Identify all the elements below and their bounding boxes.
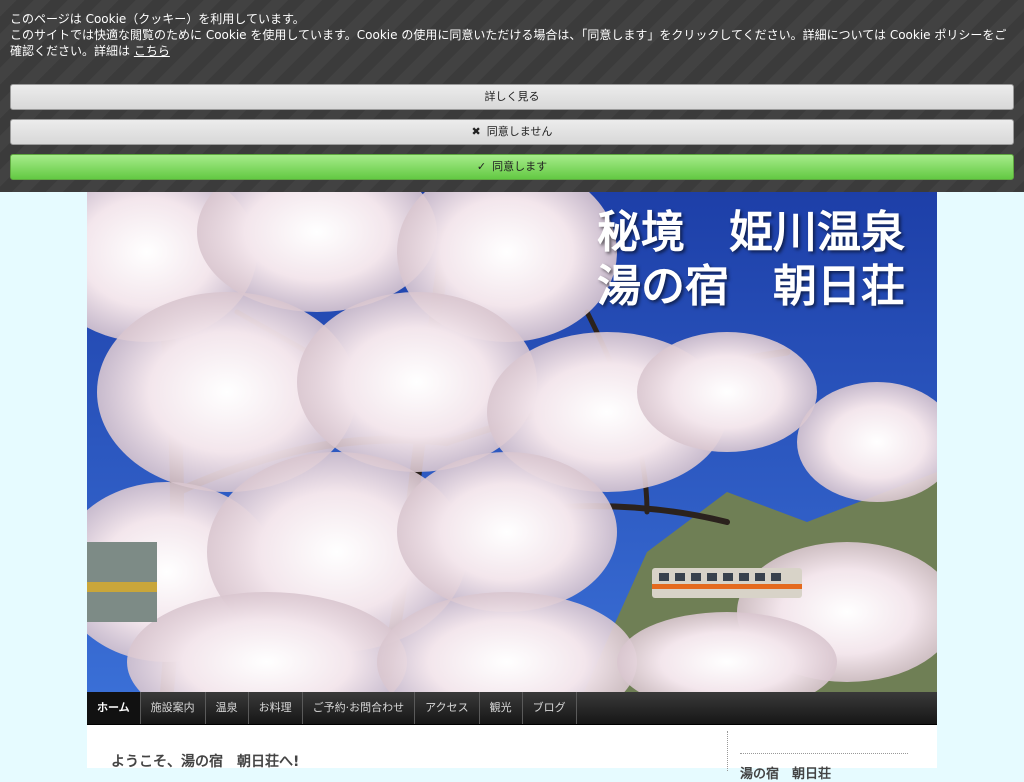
welcome-heading: ようこそ、湯の宿 朝日荘へ! <box>111 754 300 770</box>
main-content: ようこそ、湯の宿 朝日荘へ! 湯の宿 朝日荘 <box>87 725 937 782</box>
nav-sightseeing[interactable]: 観光 <box>480 692 523 724</box>
cookie-policy-link[interactable]: こちら <box>134 44 170 58</box>
check-icon: ✓ <box>476 160 487 173</box>
cookie-message: このページは Cookie（クッキー）を利用しています。 このサイトでは快適な閲… <box>10 11 1014 59</box>
hero-banner: 秘境 姫川温泉 湯の宿 朝日荘 <box>87 192 937 692</box>
accept-button[interactable]: ✓ 同意します <box>10 154 1014 180</box>
page-wrapper: 秘境 姫川温泉 湯の宿 朝日荘 ホーム 施設案内 温泉 お料理 ご予約·お問合わ… <box>87 192 937 782</box>
nav-blog[interactable]: ブログ <box>523 692 577 724</box>
sidebar-heading: 湯の宿 朝日荘 <box>740 767 832 782</box>
cookie-description: このサイトでは快適な閲覧のために Cookie を使用しています。Cookie … <box>10 27 1014 59</box>
accept-label: 同意します <box>492 160 548 173</box>
nav-facilities[interactable]: 施設案内 <box>141 692 206 724</box>
nav-access[interactable]: アクセス <box>415 692 480 724</box>
cookie-banner: このページは Cookie（クッキー）を利用しています。 このサイトでは快適な閲… <box>0 0 1024 192</box>
sidebar-rule <box>740 753 908 754</box>
nav-home[interactable]: ホーム <box>87 692 141 724</box>
nav-cuisine[interactable]: お料理 <box>249 692 303 724</box>
close-icon: ✖ <box>471 125 481 138</box>
decline-label: 同意しません <box>486 125 553 138</box>
learn-more-button[interactable]: 詳しく見る <box>10 84 1014 110</box>
nav-hot-spring[interactable]: 温泉 <box>206 692 249 724</box>
site-title: 秘境 姫川温泉 湯の宿 朝日荘 <box>597 207 905 312</box>
column-divider <box>727 731 728 771</box>
learn-more-label: 詳しく見る <box>484 90 540 103</box>
decline-button[interactable]: ✖ 同意しません <box>10 119 1014 145</box>
cookie-title: このページは Cookie（クッキー）を利用しています。 <box>10 12 305 26</box>
main-nav: ホーム 施設案内 温泉 お料理 ご予約·お問合わせ アクセス 観光 ブログ <box>87 692 937 725</box>
nav-reservation[interactable]: ご予約·お問合わせ <box>303 692 416 724</box>
